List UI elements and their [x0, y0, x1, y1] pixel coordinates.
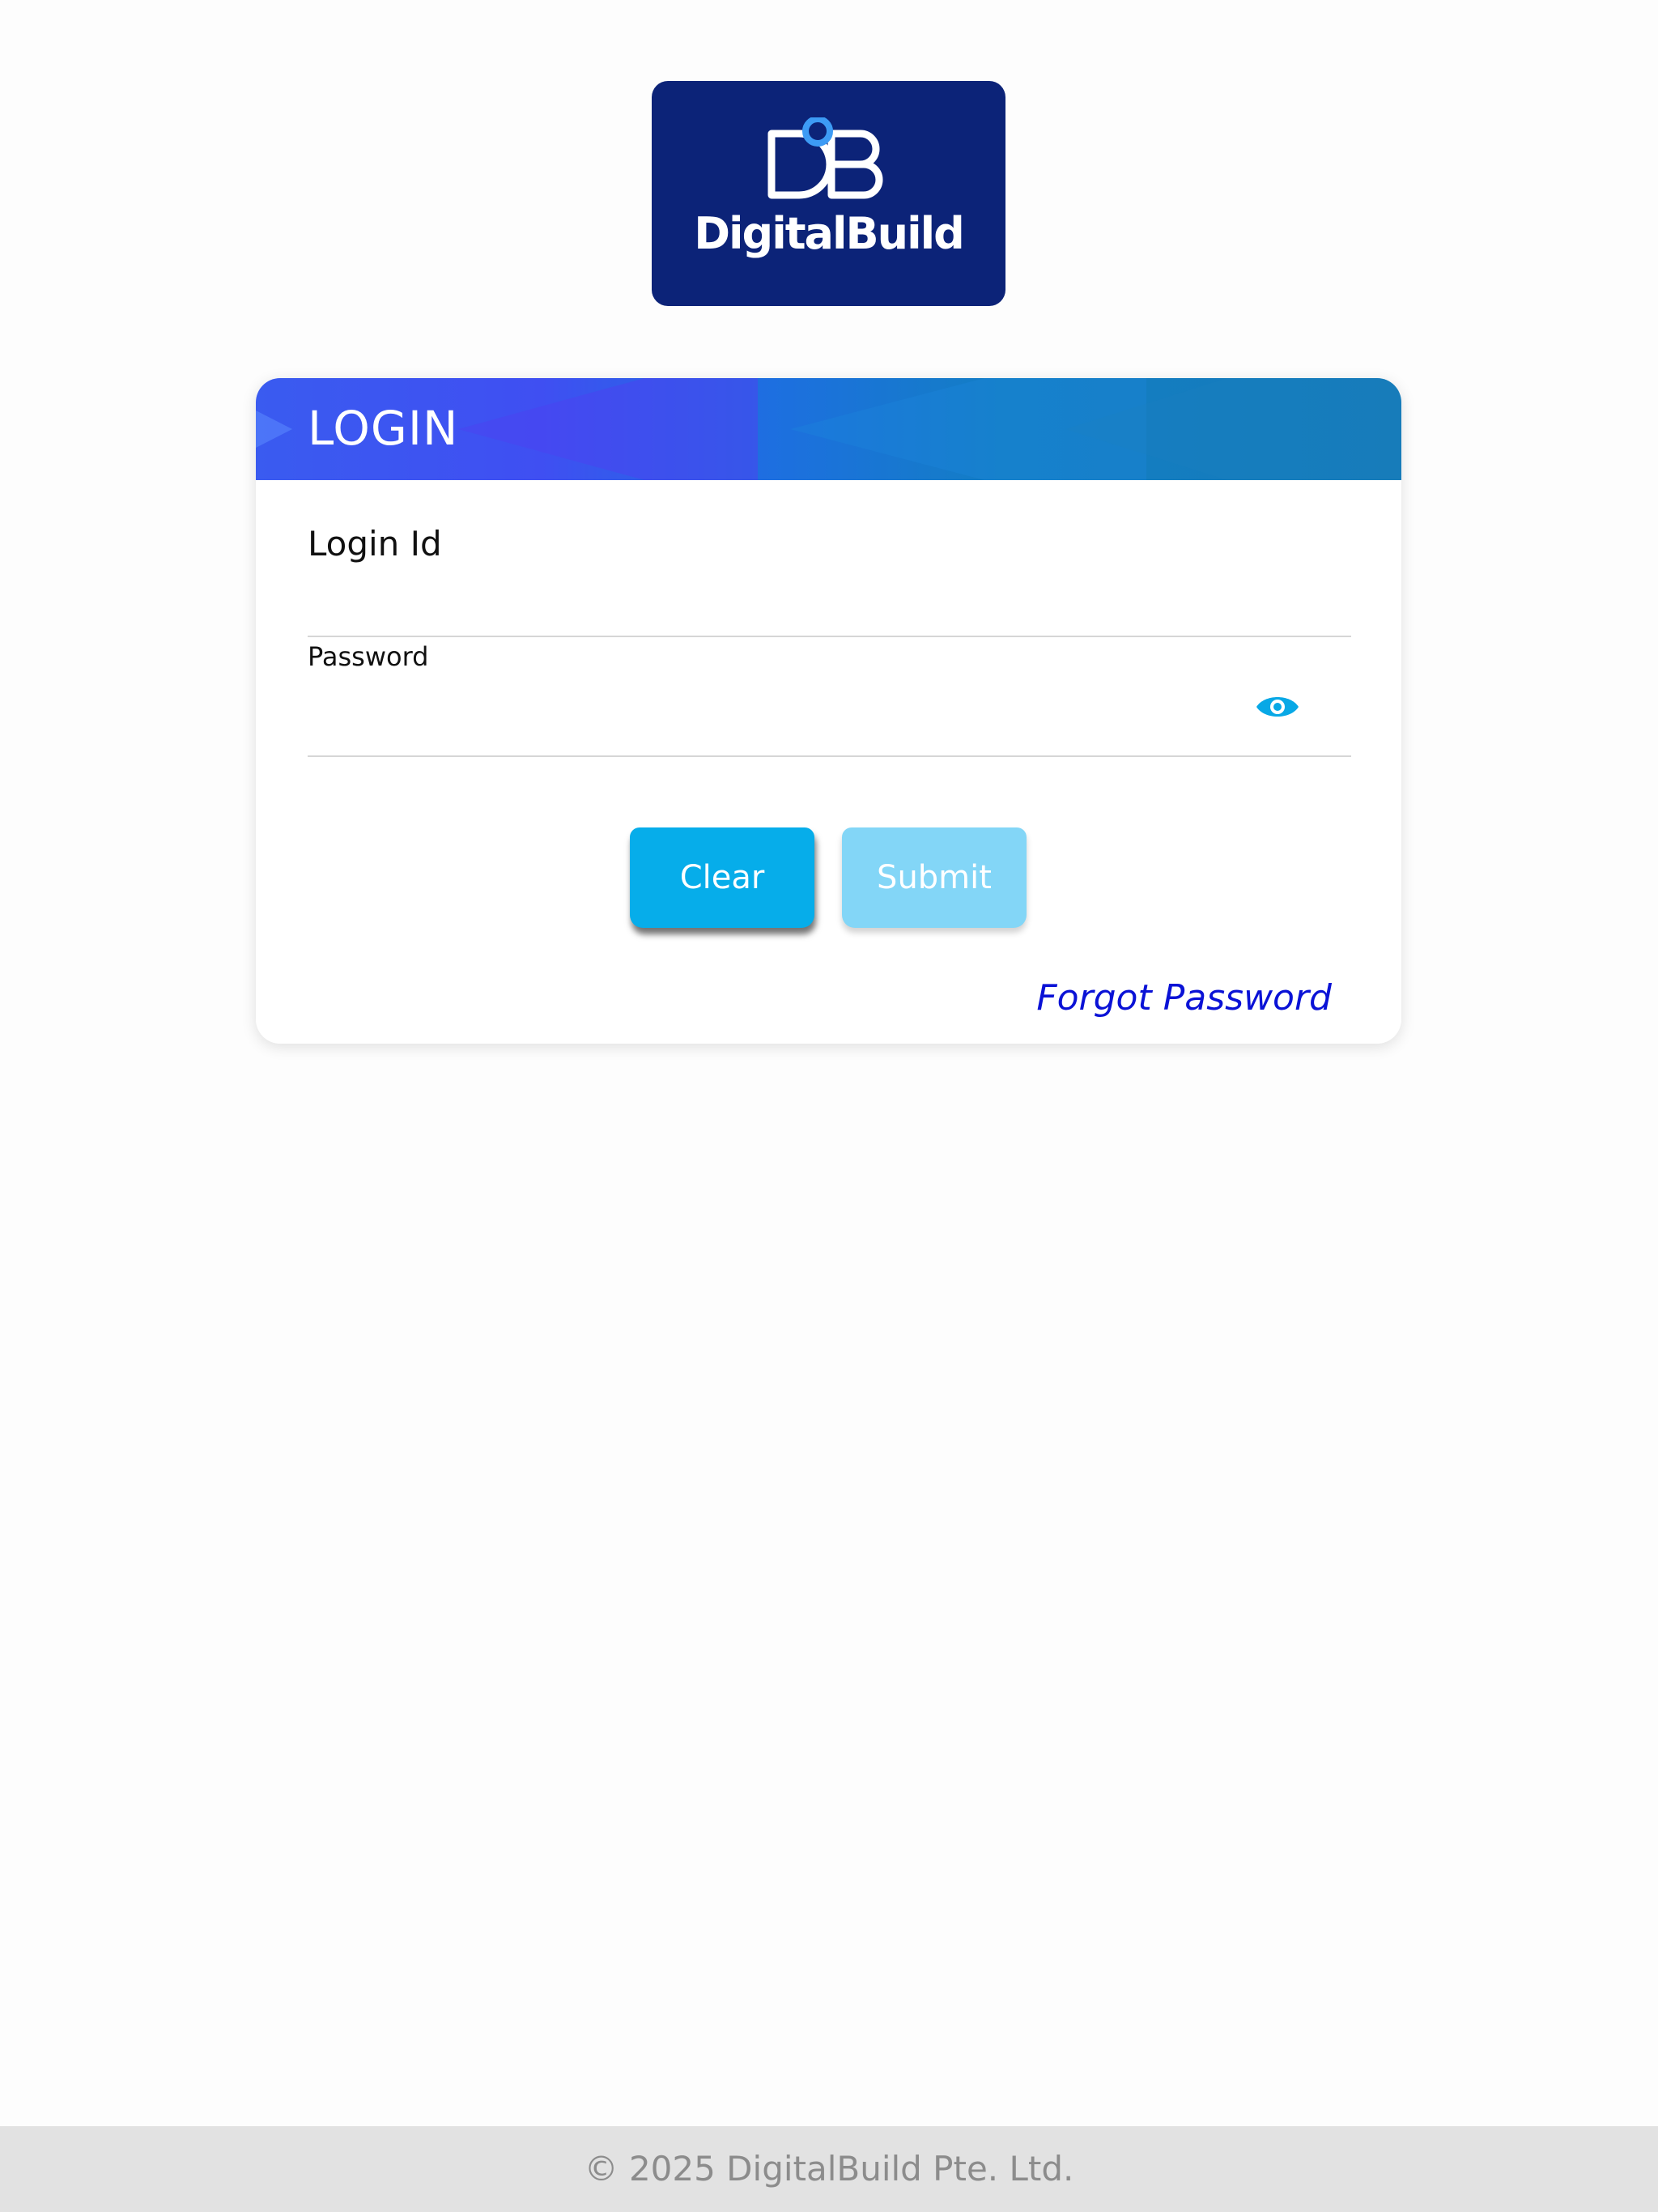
clear-button[interactable]: Clear: [630, 827, 814, 928]
footer: © 2025 DigitalBuild Pte. Ltd.: [0, 2126, 1658, 2212]
digitalbuild-logo: DigitalBuild: [652, 81, 1005, 306]
login-id-label: Login Id: [308, 524, 442, 564]
db-monogram-icon: [767, 117, 883, 199]
login-title: LOGIN: [308, 401, 459, 456]
login-id-input[interactable]: [308, 581, 1351, 637]
password-label: Password: [308, 641, 429, 672]
forgot-password-link[interactable]: Forgot Password: [1036, 977, 1332, 1019]
password-input[interactable]: [308, 686, 1351, 757]
eye-icon[interactable]: [1255, 691, 1300, 723]
copyright-text: © 2025 DigitalBuild Pte. Ltd.: [584, 2149, 1074, 2189]
login-card-header: LOGIN: [256, 378, 1401, 480]
submit-button[interactable]: Submit: [842, 827, 1027, 928]
login-card: LOGIN Login Id Password Clear Submit For…: [256, 378, 1401, 1044]
logo-wordmark: DigitalBuild: [694, 208, 965, 259]
login-page: DigitalBuild LOGIN Login Id Password Cle…: [0, 0, 1658, 2212]
